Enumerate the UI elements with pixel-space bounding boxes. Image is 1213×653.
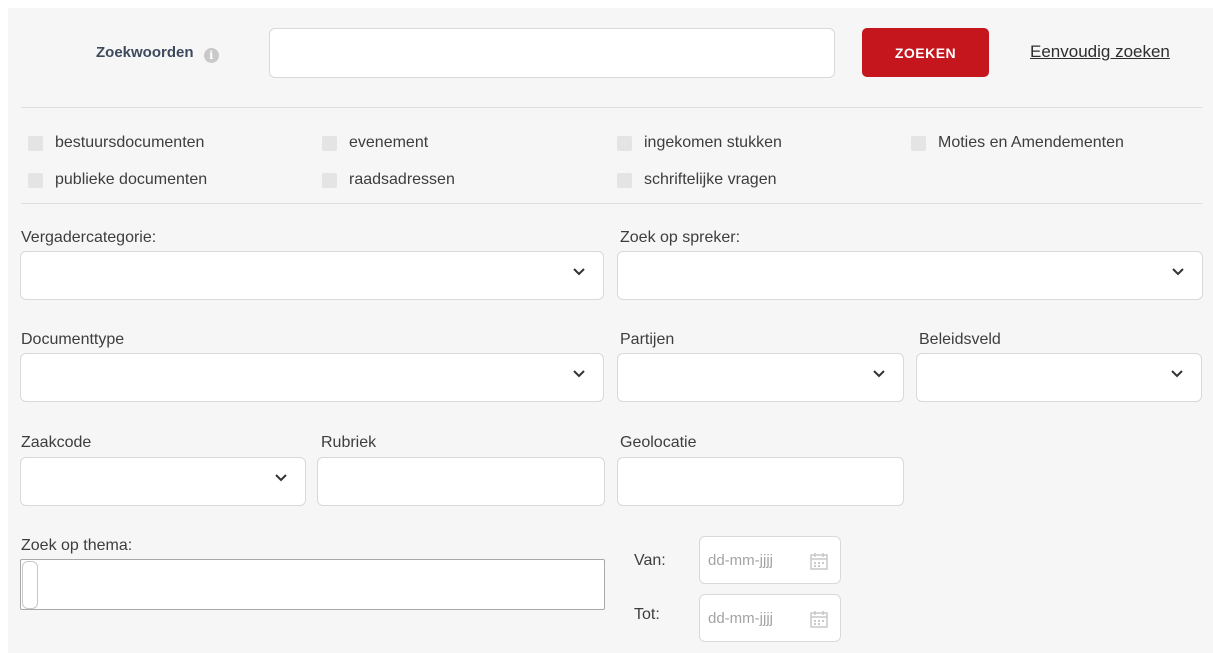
vergadercategorie-select[interactable] bbox=[20, 251, 604, 300]
search-button[interactable]: ZOEKEN bbox=[862, 28, 989, 77]
chevron-down-icon bbox=[275, 473, 287, 484]
rubriek-input[interactable] bbox=[317, 457, 605, 506]
beleidsveld-label: Beleidsveld bbox=[919, 331, 1001, 348]
partijen-select[interactable] bbox=[617, 353, 904, 402]
rubriek-label: Rubriek bbox=[321, 434, 377, 451]
checkbox[interactable] bbox=[617, 135, 632, 151]
chevron-down-icon bbox=[573, 267, 585, 278]
checkbox[interactable] bbox=[911, 135, 926, 151]
chevron-down-icon bbox=[1171, 369, 1183, 380]
spreker-label: Zoek op spreker: bbox=[620, 229, 741, 246]
checkbox-item[interactable]: ingekomen stukken bbox=[617, 134, 782, 152]
checkbox-label: bestuursdocumenten bbox=[55, 134, 205, 151]
checkbox[interactable] bbox=[322, 172, 337, 188]
thema-label: Zoek op thema: bbox=[21, 537, 133, 554]
chevron-down-icon bbox=[573, 369, 585, 380]
beleidsveld-select[interactable] bbox=[916, 353, 1202, 402]
divider-top bbox=[21, 107, 1202, 108]
van-date-input[interactable]: dd-mm-jjjj bbox=[699, 536, 841, 584]
checkbox[interactable] bbox=[322, 135, 337, 151]
van-date-placeholder: dd-mm-jjjj bbox=[708, 551, 773, 569]
checkbox-label: schriftelijke vragen bbox=[644, 171, 777, 188]
geolocatie-label: Geolocatie bbox=[620, 434, 697, 451]
checkbox-item[interactable]: raadsadressen bbox=[322, 171, 455, 189]
van-label: Van: bbox=[634, 552, 666, 569]
divider-middle bbox=[21, 203, 1202, 204]
checkbox-label: Moties en Amendementen bbox=[938, 134, 1124, 151]
tot-date-input[interactable]: dd-mm-jjjj bbox=[699, 594, 841, 642]
documenttype-select[interactable] bbox=[20, 353, 604, 402]
keywords-input[interactable] bbox=[269, 28, 835, 78]
geolocatie-input[interactable] bbox=[617, 457, 904, 506]
info-icon[interactable]: i bbox=[203, 48, 219, 63]
checkbox-label: evenement bbox=[349, 134, 429, 151]
checkbox-item[interactable]: bestuursdocumenten bbox=[28, 134, 204, 152]
chevron-down-icon bbox=[1172, 267, 1184, 278]
documenttype-label: Documenttype bbox=[21, 331, 125, 348]
chevron-down-icon bbox=[873, 369, 885, 380]
checkbox[interactable] bbox=[28, 172, 43, 188]
checkbox[interactable] bbox=[28, 135, 43, 151]
spreker-select[interactable] bbox=[617, 251, 1203, 300]
checkbox-label: raadsadressen bbox=[349, 171, 455, 188]
partijen-label: Partijen bbox=[620, 331, 675, 348]
checkbox-label: publieke documenten bbox=[55, 171, 208, 188]
checkbox-item[interactable]: schriftelijke vragen bbox=[617, 171, 777, 189]
checkbox-item[interactable]: publieke documenten bbox=[28, 171, 207, 189]
calendar-icon[interactable] bbox=[810, 610, 828, 633]
keywords-label-text: Zoekwoorden bbox=[96, 44, 194, 61]
vergadercategorie-label: Vergadercategorie: bbox=[21, 229, 157, 246]
thema-tag-handle[interactable] bbox=[22, 561, 38, 609]
advanced-search-panel bbox=[8, 8, 1213, 653]
tot-date-placeholder: dd-mm-jjjj bbox=[708, 609, 773, 627]
tot-label: Tot: bbox=[634, 606, 660, 623]
checkbox-label: ingekomen stukken bbox=[644, 134, 782, 151]
checkbox-item[interactable]: Moties en Amendementen bbox=[911, 134, 1124, 152]
checkbox[interactable] bbox=[617, 172, 632, 188]
keywords-label: Zoekwoorden i bbox=[96, 44, 219, 63]
zaakcode-label: Zaakcode bbox=[21, 434, 92, 451]
zaakcode-select[interactable] bbox=[20, 457, 306, 506]
simple-search-link[interactable]: Eenvoudig zoeken bbox=[1030, 42, 1170, 62]
checkbox-item[interactable]: evenement bbox=[322, 134, 428, 152]
thema-input[interactable] bbox=[20, 559, 605, 610]
calendar-icon[interactable] bbox=[810, 552, 828, 575]
